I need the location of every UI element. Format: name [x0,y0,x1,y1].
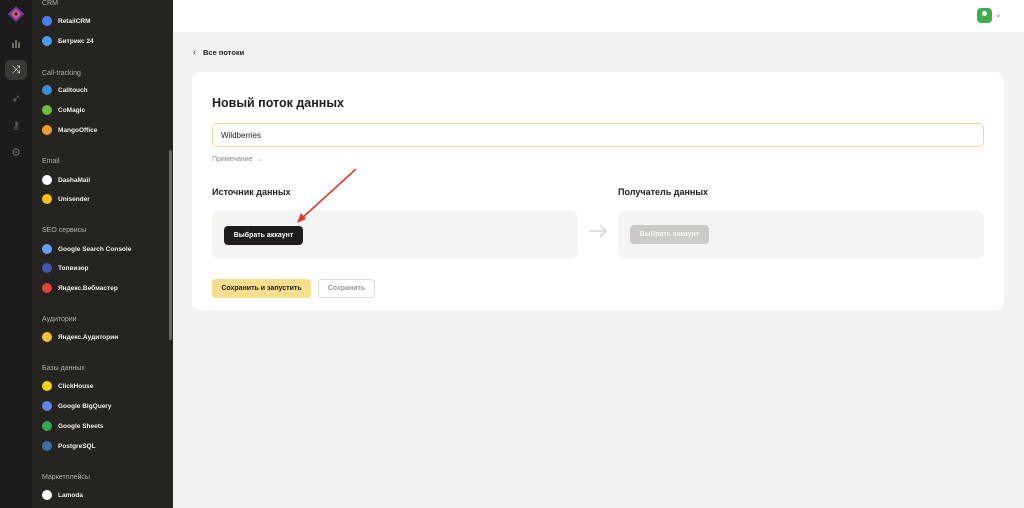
flow-name-input[interactable] [212,123,984,147]
menu-item-label: MangoOffice [58,126,98,134]
menu-item-comagic[interactable]: CoMagic [42,103,85,117]
save-button[interactable]: Сохранить [318,279,375,298]
note-label: Примечание [212,155,253,163]
menu-item-label: Яндекс.Вебмастер [58,284,118,292]
flows-icon[interactable]: ⤨ [5,60,27,80]
menu-item-label: Битрикс 24 [58,37,94,45]
menu-item-retailcrm[interactable]: RetailCRM [42,14,91,28]
gear-icon[interactable]: ⚙ [8,145,24,161]
dashamail-icon [42,175,52,185]
menu-item-label: ClickHouse [58,382,94,390]
postgresql-icon [42,441,52,451]
menu-item-label: Яндекс.Аудитории [58,333,119,341]
topvisor-icon [42,263,52,273]
rocket-icon[interactable]: ➶ [8,91,24,107]
menu-item-label: CoMagic [58,106,86,114]
chevron-down-icon[interactable]: ⌄ [995,10,1002,19]
retailcrm-icon [42,16,52,26]
menu-item-label: Lamoda [58,491,83,499]
analytics-icon[interactable] [8,37,24,53]
menu-item-clickhouse[interactable]: ClickHouse [42,379,93,393]
google-bigquery-icon [42,401,52,411]
menu-item-postgresql[interactable]: PostgreSQL [42,439,96,453]
clickhouse-icon [42,381,52,391]
menu-section-title: Email [42,158,60,165]
bitrix24-icon [42,36,52,46]
yandex-webmaster-icon [42,283,52,293]
menu-item-mangooffice[interactable]: MangoOffice [42,123,97,137]
destination-heading: Получатель данных [618,187,709,197]
menu-item-topvisor[interactable]: Топвизор [42,261,88,275]
menu-item-google-bigquery[interactable]: Google BigQuery [42,399,111,413]
menu-item-label: Unisender [58,195,90,203]
menu-item-label: Google Sheets [58,422,104,430]
google-search-console-icon [42,244,52,254]
menu-item-bitrix24[interactable]: Битрикс 24 [42,34,94,48]
menu-item-calltouch[interactable]: Calltouch [42,83,88,97]
back-link-label: Все потоки [203,47,245,57]
arrow-right-icon [589,224,608,238]
menu-item-label: Calltouch [58,86,88,94]
back-link[interactable]: ‹ Все потоки [193,47,244,57]
menu-section-title: SEO сервисы [42,227,87,234]
comagic-icon [42,105,52,115]
menu-item-yandex-webmaster[interactable]: Яндекс.Вебмастер [42,281,118,295]
lamoda-icon [42,490,52,500]
menu-item-lamoda[interactable]: Lamoda [42,488,83,502]
menu-item-google-search-console[interactable]: Google Search Console [42,242,131,256]
icon-rail: ⤨ ➶ ⚷ ⚙ [0,0,32,508]
menu-item-label: RetailCRM [58,17,91,25]
calltouch-icon [42,85,52,95]
destination-select-account-button: Выбрать аккаунт [630,225,709,244]
menu-item-label: Google Search Console [58,245,132,253]
chevron-left-icon: ‹ [193,47,196,57]
menu-item-label: Google BigQuery [58,402,112,410]
menu-item-yandex-audience[interactable]: Яндекс.Аудитории [42,330,118,344]
google-sheets-icon [42,421,52,431]
avatar[interactable] [977,8,992,23]
page-title: Новый поток данных [212,96,344,110]
menu-item-google-sheets[interactable]: Google Sheets [42,419,104,433]
key-icon[interactable]: ⚷ [8,118,24,134]
source-select-account-button[interactable]: Выбрать аккаунт [224,226,303,245]
chevron-down-icon: ⌄ [257,156,264,163]
menu-section-title: Аудитории [42,316,77,323]
save-and-run-button[interactable]: Сохранить и запустить [212,279,311,298]
menu-item-unisender[interactable]: Unisender [42,192,90,206]
top-bar [173,0,1024,32]
menu-section-title: Call-tracking [42,70,81,77]
menu-item-dashamail[interactable]: DashaMail [42,173,90,187]
menu-section-title: CRM [42,0,58,7]
menu-item-label: PostgreSQL [58,442,96,450]
menu-section-title: Базы данных [42,365,85,372]
yandex-audience-icon [42,332,52,342]
app-logo-icon[interactable] [8,6,24,22]
menu-item-label: DashaMail [58,176,91,184]
note-toggle[interactable]: Примечание ⌄ [212,155,264,164]
unisender-icon [42,194,52,204]
menu-scrollbar[interactable] [169,150,172,340]
menu-section-title: Маркетплейсы [42,474,90,481]
source-heading: Источник данных [212,187,291,197]
mangooffice-icon [42,125,52,135]
menu-item-label: Топвизор [58,264,89,272]
